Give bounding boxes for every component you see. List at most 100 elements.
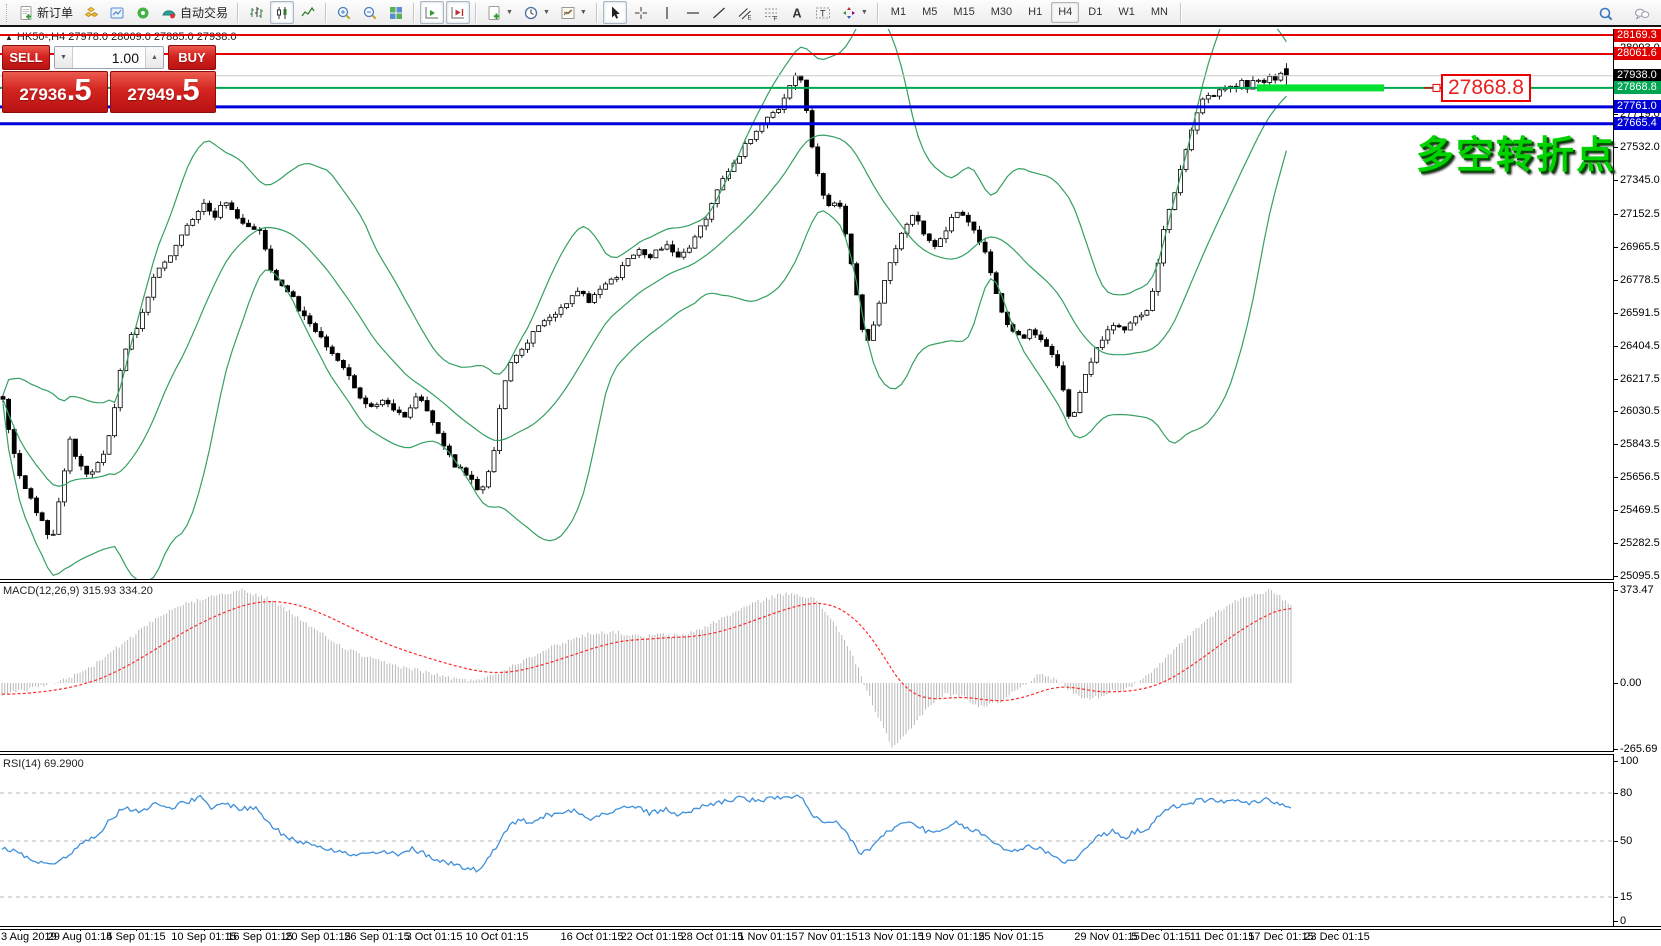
- toolbar-button-horizontal-line[interactable]: [681, 1, 705, 24]
- candlesticks: [1, 63, 1288, 539]
- toolbar-button-zoom-in[interactable]: [332, 1, 356, 24]
- rsi-level-lines: [0, 793, 1613, 897]
- toolbar-button-text[interactable]: A: [785, 1, 809, 24]
- toolbar-button-ingots[interactable]: [79, 1, 103, 24]
- chart-canvas: [0, 0, 1614, 946]
- tile-windows-icon: [388, 5, 404, 21]
- timeframe-m15[interactable]: M15: [946, 2, 981, 23]
- price-label: 26965.5: [1620, 241, 1660, 253]
- toolbar-button-signals[interactable]: [131, 1, 155, 24]
- equidistant-channel-icon: E: [737, 5, 753, 21]
- toolbar-button-arrows[interactable]: ▼: [837, 1, 872, 24]
- toolbar-button-tile-windows[interactable]: [384, 1, 408, 24]
- toolbar-button-search[interactable]: [1594, 2, 1618, 25]
- rsi-axis-label: 80: [1620, 787, 1632, 799]
- rsi-indicator-label: RSI(14) 69.2900: [3, 758, 84, 770]
- timeframe-h4[interactable]: H4: [1051, 2, 1079, 23]
- horizontal-line-icon: [685, 5, 701, 21]
- indicators-icon: [486, 5, 502, 21]
- text-label-icon: T: [815, 5, 831, 21]
- price-label: 27345.0: [1620, 174, 1660, 186]
- toolbar-button-chart-shift[interactable]: [446, 1, 470, 24]
- time-label: 28 Oct 01:15: [681, 931, 744, 943]
- toolbar-button-templates[interactable]: ▼: [556, 1, 591, 24]
- toolbar-button-autotrade[interactable]: 自动交易: [157, 1, 232, 24]
- arrows-icon: [841, 5, 857, 21]
- sell-button[interactable]: SELL: [2, 45, 50, 70]
- price-label: 25469.5: [1620, 504, 1660, 516]
- sell-price-button[interactable]: 27936.5: [2, 71, 108, 113]
- crosshair-icon: [633, 5, 649, 21]
- one-click-trading-widget: SELL ▼ 1.00 ▲ BUY 27936.5 27949.5: [2, 45, 216, 113]
- timeframe-mn[interactable]: MN: [1144, 2, 1175, 23]
- zoom-out-icon: [362, 5, 378, 21]
- toolbar-button-fibonacci[interactable]: F: [759, 1, 783, 24]
- volume-decrease-button[interactable]: ▼: [55, 47, 73, 68]
- toolbar-button-text-label[interactable]: T: [811, 1, 835, 24]
- toolbar-button-chart-bars[interactable]: [244, 1, 268, 24]
- time-label: 13 Nov 01:15: [858, 931, 923, 943]
- time-label: 7 Nov 01:15: [798, 931, 857, 943]
- toolbar-button-chat[interactable]: [1630, 2, 1654, 25]
- toolbar-separator: [1180, 3, 1182, 23]
- time-label: 22 Oct 01:15: [621, 931, 684, 943]
- svg-text:F: F: [773, 15, 777, 21]
- timeframe-h1[interactable]: H1: [1021, 2, 1049, 23]
- macd-indicator-label: MACD(12,26,9) 315.93 334.20: [3, 585, 153, 597]
- panel-splitter-main-macd[interactable]: [0, 579, 1614, 583]
- toolbar-button-trendline[interactable]: [707, 1, 731, 24]
- timeframe-w1[interactable]: W1: [1111, 2, 1142, 23]
- macd-axis-label: -265.69: [1620, 743, 1657, 755]
- time-label: 4 Sep 01:15: [106, 931, 165, 943]
- price-line-label: 27665.4: [1614, 117, 1661, 130]
- volume-value[interactable]: 1.00: [73, 47, 145, 68]
- panel-splitter-macd-rsi[interactable]: [0, 751, 1614, 755]
- price-line-label: 28169.3: [1614, 29, 1661, 42]
- toolbar-button-vertical-line[interactable]: [655, 1, 679, 24]
- macd-axis-label: 0.00: [1620, 677, 1641, 689]
- chart-line-icon: [300, 5, 316, 21]
- periods-icon: [523, 5, 539, 21]
- time-label: 11 Dec 01:15: [1190, 931, 1255, 943]
- timeframe-d1[interactable]: D1: [1081, 2, 1109, 23]
- buy-price-button[interactable]: 27949.5: [110, 71, 216, 113]
- new-order-icon: [18, 5, 34, 21]
- toolbar-button-chart-line[interactable]: [296, 1, 320, 24]
- timeframe-m30[interactable]: M30: [984, 2, 1019, 23]
- buy-button[interactable]: BUY: [168, 45, 216, 70]
- autotrade-icon: [161, 5, 177, 21]
- panel-splitter-bottom[interactable]: [0, 926, 1661, 930]
- text-icon: A: [789, 5, 805, 21]
- zoom-in-icon: [336, 5, 352, 21]
- price-label: 26217.5: [1620, 373, 1660, 385]
- toolbar-button-crosshair[interactable]: [629, 1, 653, 24]
- toolbar-button-auto-scroll[interactable]: [420, 1, 444, 24]
- toolbar-button-cursor[interactable]: [603, 1, 627, 24]
- time-label: 1 Nov 01:15: [738, 931, 797, 943]
- toolbar-button-market-watch[interactable]: [105, 1, 129, 24]
- price-label: 25282.5: [1620, 537, 1660, 549]
- volume-increase-button[interactable]: ▲: [145, 47, 163, 68]
- toolbar-button-equidistant-channel[interactable]: E: [733, 1, 757, 24]
- macd-signal-line: [2, 602, 1291, 701]
- price-label: 26030.5: [1620, 405, 1660, 417]
- timeframe-m5[interactable]: M5: [915, 2, 944, 23]
- price-label: 27532.0: [1620, 141, 1660, 153]
- toolbar-button-indicators[interactable]: ▼: [482, 1, 517, 24]
- toolbar-button-zoom-out[interactable]: [358, 1, 382, 24]
- toolbar-button-label: 自动交易: [180, 4, 228, 21]
- price-callout-label[interactable]: 27868.8: [1441, 74, 1531, 102]
- toolbar-separator: [596, 3, 598, 23]
- toolbar-button-chart-candles[interactable]: [270, 1, 294, 24]
- market-watch-icon: [109, 5, 125, 21]
- toolbar-button-new-order[interactable]: 新订单: [14, 1, 77, 24]
- chart-title-text: HK50-,H4 27978.0 28009.0 27885.0 27938.0: [17, 31, 237, 43]
- price-label: 27152.5: [1620, 208, 1660, 220]
- rsi-line: [2, 795, 1291, 872]
- toolbar-separator: [413, 3, 415, 23]
- signals-icon: [135, 5, 151, 21]
- toolbar-button-periods[interactable]: ▼: [519, 1, 554, 24]
- timeframe-m1[interactable]: M1: [884, 2, 913, 23]
- time-label: 16 Sep 01:15: [227, 931, 292, 943]
- time-label: 10 Oct 01:15: [466, 931, 529, 943]
